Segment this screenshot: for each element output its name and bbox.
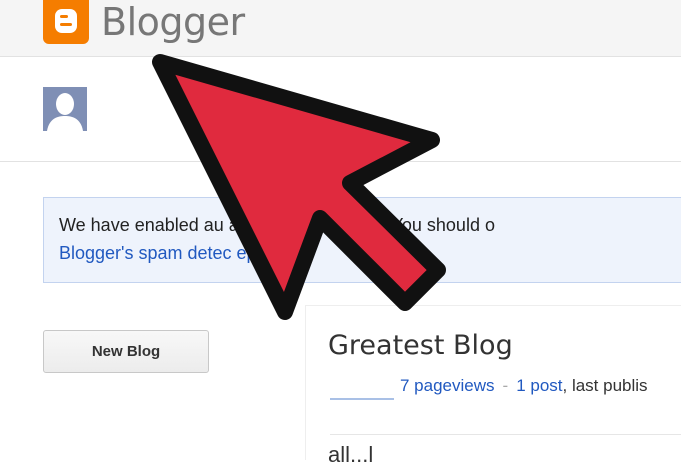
stats-underline xyxy=(330,398,394,400)
card-divider xyxy=(330,434,681,435)
brand-name[interactable]: Blogger xyxy=(101,0,245,44)
profile-row xyxy=(0,57,681,162)
notice-text: We have enabled au ation for comments. Y… xyxy=(59,215,495,235)
blog-title[interactable]: Greatest Blog xyxy=(328,330,513,361)
top-bar: Blogger xyxy=(0,0,681,57)
new-blog-button[interactable]: New Blog xyxy=(43,330,209,373)
posts-link[interactable]: 1 post xyxy=(516,376,562,395)
blog-stats: 7 pageviews -1 post, last publis xyxy=(400,376,648,396)
pageviews-link[interactable]: 7 pageviews xyxy=(400,376,495,395)
spam-detection-link[interactable]: Blogger's spam detec eport xyxy=(59,243,278,264)
stats-separator: - xyxy=(502,376,509,395)
blog-cut-text: all...l xyxy=(328,442,374,467)
last-published-text: , last publis xyxy=(562,376,648,395)
spam-notice: We have enabled au ation for comments. Y… xyxy=(43,197,681,283)
user-silhouette-icon[interactable] xyxy=(43,87,87,131)
blogger-logo-icon[interactable] xyxy=(43,0,89,44)
blog-card: Greatest Blog 7 pageviews -1 post, last p… xyxy=(305,305,681,467)
